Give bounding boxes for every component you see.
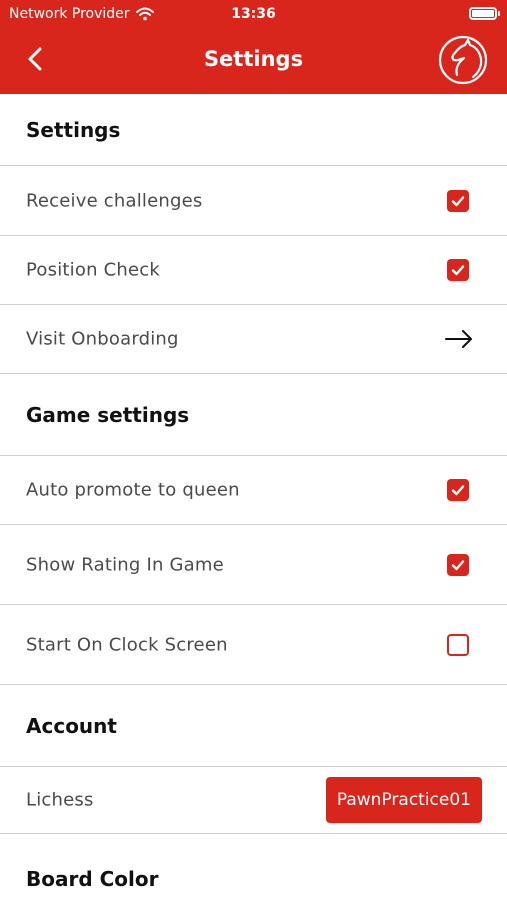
setting-label: Auto promote to queen xyxy=(26,479,240,501)
app-header: Network Provider 13:36 Settings xyxy=(0,0,507,94)
setting-row-start-clock[interactable]: Start On Clock Screen xyxy=(0,605,507,685)
check-icon xyxy=(451,195,465,206)
setting-row-visit-onboarding[interactable]: Visit Onboarding xyxy=(0,305,507,374)
check-icon xyxy=(451,485,465,496)
section-title-game-settings: Game settings xyxy=(26,402,190,427)
battery-icon xyxy=(469,7,500,20)
setting-label: Start On Clock Screen xyxy=(26,634,228,655)
status-time: 13:36 xyxy=(231,6,276,22)
knight-logo-button[interactable] xyxy=(437,34,489,86)
setting-row-position-check[interactable]: Position Check xyxy=(0,236,507,305)
auto-promote-checkbox[interactable] xyxy=(447,479,469,501)
section-title-account: Account xyxy=(26,713,117,738)
section-title-settings: Settings xyxy=(26,117,121,142)
position-check-checkbox[interactable] xyxy=(447,259,469,281)
status-bar: Network Provider 13:36 xyxy=(0,0,507,28)
show-rating-checkbox[interactable] xyxy=(447,553,469,576)
section-title-board-color: Board Color xyxy=(26,867,159,891)
setting-label: Show Rating In Game xyxy=(26,554,224,575)
receive-challenges-checkbox[interactable] xyxy=(447,189,469,212)
check-icon xyxy=(451,559,465,570)
check-icon xyxy=(451,265,465,276)
section-header-account: Account xyxy=(0,685,507,767)
section-header-game-settings: Game settings xyxy=(0,374,507,456)
setting-label: Visit Onboarding xyxy=(26,328,179,350)
page-title: Settings xyxy=(203,47,304,71)
lichess-account-button[interactable]: PawnPractice01 xyxy=(325,777,482,823)
knight-logo-icon xyxy=(438,35,488,85)
section-header-board-color: Board Color xyxy=(0,834,507,900)
setting-row-receive-challenges[interactable]: Receive challenges xyxy=(0,166,507,236)
setting-row-show-rating[interactable]: Show Rating In Game xyxy=(0,525,507,605)
setting-label: Receive challenges xyxy=(26,190,203,211)
setting-row-auto-promote[interactable]: Auto promote to queen xyxy=(0,456,507,525)
account-row-lichess: Lichess PawnPractice01 xyxy=(0,767,507,834)
section-header-settings: Settings xyxy=(0,94,507,166)
account-label: Lichess xyxy=(26,789,94,811)
start-clock-checkbox[interactable] xyxy=(447,633,469,656)
setting-label: Position Check xyxy=(26,259,160,281)
arrow-right-icon[interactable] xyxy=(445,330,473,348)
